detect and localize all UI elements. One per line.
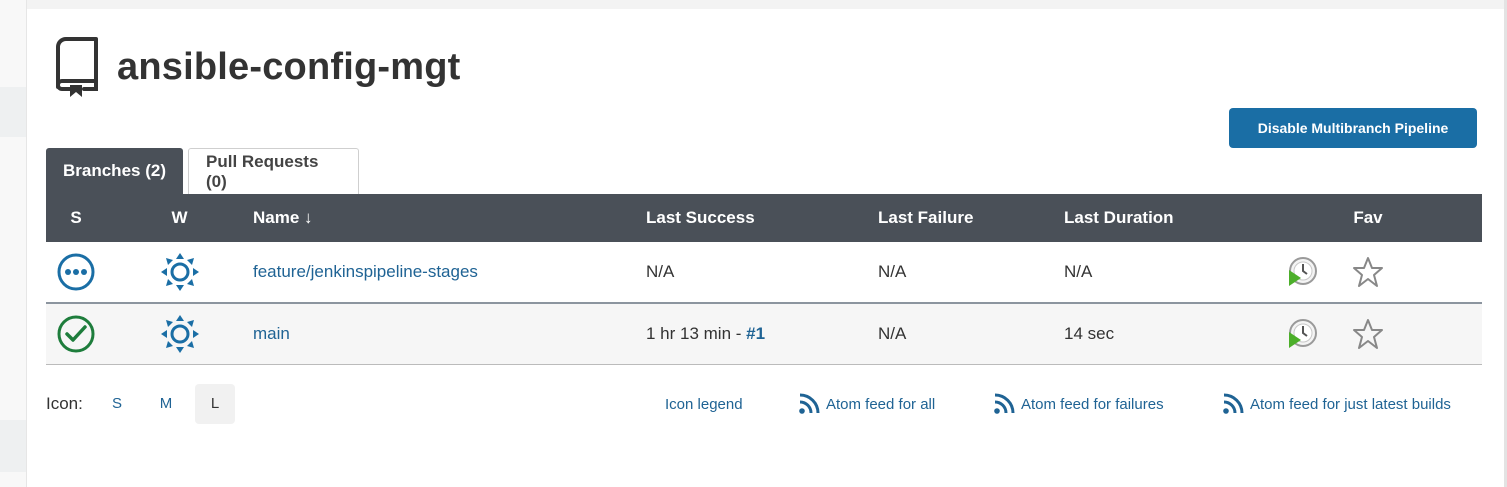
rss-icon xyxy=(994,393,1015,414)
atom-feed-all-link[interactable]: Atom feed for all xyxy=(798,384,935,424)
top-strip xyxy=(27,0,1507,9)
last-failure: N/A xyxy=(878,262,907,281)
sidebar-item-active[interactable] xyxy=(0,87,26,137)
last-success: N/A xyxy=(646,262,675,281)
icon-size-s[interactable]: S xyxy=(97,384,137,424)
success-check-icon[interactable] xyxy=(56,314,96,354)
column-header-last-failure[interactable]: Last Failure xyxy=(878,194,1064,242)
disable-multibranch-pipeline-button[interactable]: Disable Multibranch Pipeline xyxy=(1229,108,1477,148)
icon-size-label: Icon: xyxy=(46,394,83,413)
schedule-build-icon[interactable] xyxy=(1286,256,1318,288)
repository-icon xyxy=(52,37,100,97)
column-header-name[interactable]: Name ↓ xyxy=(253,194,646,242)
in-progress-icon[interactable] xyxy=(56,252,96,292)
atom-feed-latest-label: Atom feed for just latest builds xyxy=(1250,395,1451,413)
page-header: ansible-config-mgt xyxy=(52,36,461,98)
weather-sunny-icon[interactable] xyxy=(160,314,200,354)
branch-name-link[interactable]: feature/jenkinspipeline-stages xyxy=(253,262,478,281)
favorite-star-icon[interactable] xyxy=(1352,256,1384,288)
tab-pull-requests[interactable]: Pull Requests (0) xyxy=(188,148,359,194)
rss-icon xyxy=(799,393,820,414)
icon-size-l[interactable]: L xyxy=(195,384,235,424)
icon-size-m[interactable]: M xyxy=(146,384,186,424)
atom-feed-all-label: Atom feed for all xyxy=(826,395,936,413)
weather-sunny-icon[interactable] xyxy=(160,252,200,292)
column-header-status[interactable]: S xyxy=(46,194,106,242)
left-sidebar xyxy=(0,0,27,487)
last-failure: N/A xyxy=(878,323,907,343)
favorite-star-icon[interactable] xyxy=(1352,318,1384,350)
tab-bar: Branches (2) Pull Requests (0) xyxy=(46,148,359,194)
last-success: 1 hr 13 min - xyxy=(646,323,747,343)
last-duration: 14 sec xyxy=(1064,323,1115,343)
table-header: S W Name ↓ Last Success Last Failure Las… xyxy=(46,194,1482,242)
table-footer: Icon: S M L Icon legend Atom feed for al… xyxy=(46,384,1476,424)
branches-table: S W Name ↓ Last Success Last Failure Las… xyxy=(46,194,1482,365)
rss-icon xyxy=(1223,393,1244,414)
page-title: ansible-config-mgt xyxy=(117,45,461,88)
atom-feed-failures-label: Atom feed for failures xyxy=(1021,395,1164,413)
branch-name-link[interactable]: main xyxy=(253,324,290,343)
sidebar-item[interactable] xyxy=(0,420,26,472)
atom-feed-failures-link[interactable]: Atom feed for failures xyxy=(993,384,1164,424)
column-header-last-success[interactable]: Last Success xyxy=(646,194,878,242)
icon-legend-label: Icon legend xyxy=(665,395,743,413)
build-number-link[interactable]: #1 xyxy=(746,324,765,343)
table-row: main 1 hr 13 min - #1 N/A 14 sec xyxy=(46,303,1482,364)
table-row: feature/jenkinspipeline-stages N/A N/A N… xyxy=(46,242,1482,303)
atom-feed-latest-link[interactable]: Atom feed for just latest builds xyxy=(1222,384,1451,424)
schedule-build-icon[interactable] xyxy=(1286,318,1318,350)
last-duration: N/A xyxy=(1064,262,1093,281)
column-header-last-duration[interactable]: Last Duration xyxy=(1064,194,1254,242)
column-header-weather[interactable]: W xyxy=(106,194,253,242)
icon-legend-link[interactable]: Icon legend xyxy=(665,384,743,424)
column-header-fav[interactable]: Fav xyxy=(1254,194,1482,242)
tab-branches[interactable]: Branches (2) xyxy=(46,148,183,194)
